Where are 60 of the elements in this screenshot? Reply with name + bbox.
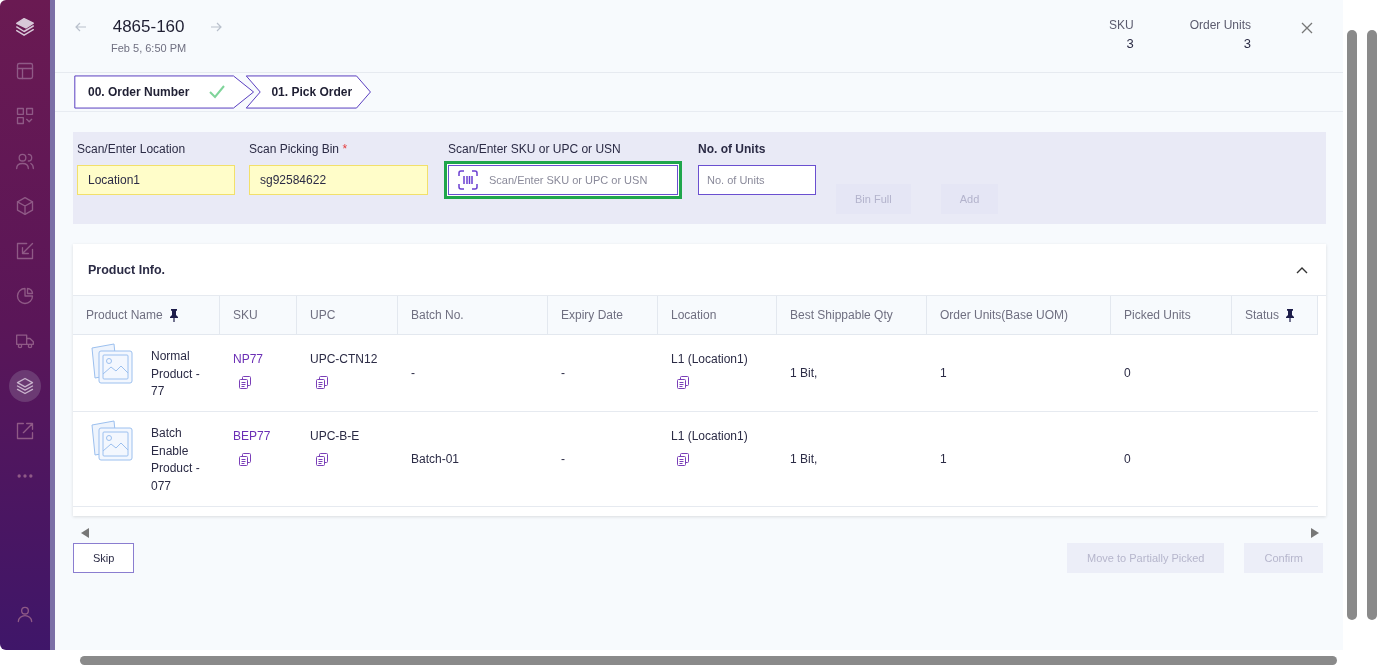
copy-icon[interactable] xyxy=(316,376,328,389)
table-cell-text: Normal Product - 77 xyxy=(151,348,201,400)
pin-icon[interactable] xyxy=(1285,308,1296,322)
table-cell: 1 xyxy=(940,452,947,466)
table-cell: 0 xyxy=(1124,452,1131,466)
column-header[interactable]: Location xyxy=(658,296,777,335)
column-header[interactable]: Picked Units xyxy=(1111,296,1232,335)
table-cell: 1 xyxy=(940,366,947,380)
column-header[interactable]: Batch No. xyxy=(398,296,548,335)
table-cell: - xyxy=(411,366,415,380)
input-field[interactable]: Location1 xyxy=(77,165,235,195)
collapse-caret-icon[interactable] xyxy=(1296,265,1308,274)
stat-label: SKU xyxy=(1108,18,1134,32)
image-placeholder-icon xyxy=(89,342,135,386)
copy-icon[interactable] xyxy=(239,376,251,389)
column-header[interactable]: SKU xyxy=(220,296,297,335)
skip-button[interactable]: Skip xyxy=(73,543,135,573)
copy-icon[interactable] xyxy=(239,453,251,466)
field-label: No. of Units xyxy=(698,142,767,156)
section-title: Product Info. xyxy=(88,262,166,277)
stat-value: 3 xyxy=(1243,36,1251,51)
layers-icon[interactable] xyxy=(9,370,41,402)
table-cell: - xyxy=(561,452,565,466)
pin-icon[interactable] xyxy=(168,308,179,322)
table-cell: L1 (Location1) xyxy=(671,429,748,443)
table-cell: 0 xyxy=(1124,366,1131,380)
copy-icon[interactable] xyxy=(677,376,689,389)
field-label: Scan/Enter SKU or UPC or USN xyxy=(448,142,622,156)
copy-icon[interactable] xyxy=(677,453,689,466)
table-cell: L1 (Location1) xyxy=(671,352,748,366)
image-placeholder-icon xyxy=(89,419,135,463)
sku-link[interactable]: BEP77 xyxy=(233,429,271,443)
table-cell: UPC-B-E xyxy=(310,429,360,443)
order-title: 4865-160 xyxy=(112,16,185,38)
order-date: Feb 5, 6:50 PM xyxy=(111,42,187,54)
table-cell-text: Batch Enable Product - 077 xyxy=(151,425,201,495)
table-cell: Batch-01 xyxy=(411,452,460,466)
step-tab[interactable]: 01. Pick Order xyxy=(245,75,373,109)
table-cell: - xyxy=(561,366,565,380)
table-cell: UPC-CTN12 xyxy=(310,352,378,366)
step-tab[interactable]: 00. Order Number xyxy=(73,75,256,109)
column-header[interactable]: Product Name xyxy=(73,296,220,335)
barcode-scan-icon[interactable] xyxy=(458,170,478,190)
sku-link[interactable]: NP77 xyxy=(233,352,264,366)
copy-icon[interactable] xyxy=(316,453,328,466)
table-cell: 1 Bit, xyxy=(790,366,818,380)
stat-label: Order Units xyxy=(1189,18,1251,32)
column-header[interactable]: UPC xyxy=(297,296,398,335)
column-header[interactable]: Expiry Date xyxy=(548,296,658,335)
input-field[interactable]: No. of Units xyxy=(698,165,816,195)
column-header[interactable]: Status xyxy=(1232,296,1318,335)
column-header[interactable]: Order Units(Base UOM) xyxy=(927,296,1111,335)
column-header[interactable]: Best Shippable Qty xyxy=(777,296,927,335)
close-icon[interactable] xyxy=(1301,22,1313,34)
input-field[interactable]: sg92584622 xyxy=(249,165,428,195)
table-cell: 1 Bit, xyxy=(790,452,818,466)
scan-input-field[interactable]: Scan/Enter SKU or UPC or USN xyxy=(444,161,682,199)
stat-value: 3 xyxy=(1126,36,1134,51)
field-label: Scan/Enter Location xyxy=(77,142,187,156)
field-label: Scan Picking Bin * xyxy=(249,142,349,156)
